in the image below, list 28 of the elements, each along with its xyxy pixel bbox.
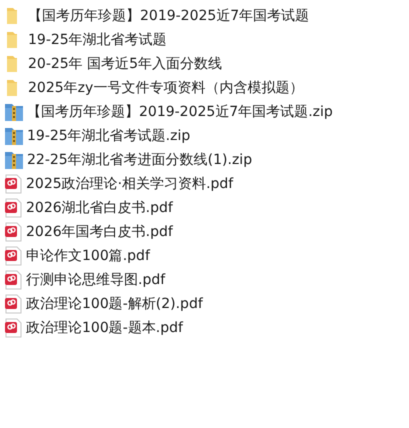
file-name[interactable]: 19-25年湖北省考试题.zip <box>27 127 190 145</box>
file-name[interactable]: 申论作文100篇.pdf <box>26 247 150 265</box>
pdf-icon <box>4 198 22 218</box>
archive-icon <box>4 102 24 122</box>
file-name[interactable]: 【国考历年珍题】2019-2025近7年国考试题.zip <box>27 103 333 121</box>
archive-icon <box>4 126 24 146</box>
folder-icon <box>6 7 18 25</box>
file-name[interactable]: 政治理论100题-题本.pdf <box>26 319 183 337</box>
file-name[interactable]: 22-25年湖北省考进面分数线(1).zip <box>27 151 252 169</box>
file-name[interactable]: 【国考历年珍题】2019-2025近7年国考试题 <box>28 7 310 25</box>
file-name[interactable]: 政治理论100题-解析(2).pdf <box>26 295 203 313</box>
pdf-icon <box>4 246 22 266</box>
file-name[interactable]: 2026年国考白皮书.pdf <box>26 223 173 241</box>
archive-icon <box>4 150 24 170</box>
pdf-icon <box>4 270 22 290</box>
folder-icon <box>6 55 18 73</box>
folder-icon <box>6 31 18 49</box>
file-name[interactable]: 行测申论思维导图.pdf <box>26 271 166 289</box>
file-name[interactable]: 2026湖北省白皮书.pdf <box>26 199 173 217</box>
file-name[interactable]: 19-25年湖北省考试题 <box>28 31 167 49</box>
file-name[interactable]: 2025政治理论·相关学习资料.pdf <box>26 175 234 193</box>
folder-icon <box>6 79 18 97</box>
file-name[interactable]: 20-25年 国考近5年入面分数线 <box>28 55 222 73</box>
pdf-icon <box>4 318 22 338</box>
pdf-icon <box>4 174 22 194</box>
pdf-icon <box>4 222 22 242</box>
file-name[interactable]: 2025年zy一号文件专项资料（内含模拟题） <box>28 79 304 97</box>
pdf-icon <box>4 294 22 314</box>
